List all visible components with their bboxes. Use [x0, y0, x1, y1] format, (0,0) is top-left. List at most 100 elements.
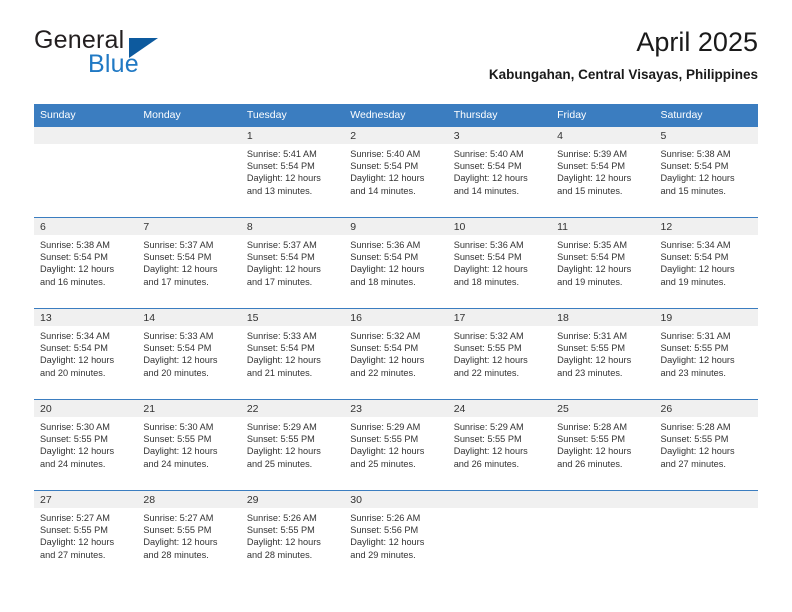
sunrise-time: Sunrise: 5:29 AM — [350, 422, 421, 432]
calendar-week-row: 20 Sunrise: 5:30 AM Sunset: 5:55 PM Dayligh… — [34, 399, 758, 491]
page-title: April 2025 — [636, 27, 758, 57]
page-subtitle: Kabungahan, Central Visayas, Philippines — [488, 67, 758, 82]
daylight-line-2: and 18 minutes. — [453, 276, 520, 287]
day-details: Sunrise: 5:28 AM Sunset: 5:55 PM Daylight:… — [551, 417, 654, 470]
day-cell-22[interactable]: 22 Sunrise: 5:29 AM Sunset: 5:55 PM Dayligh… — [240, 400, 345, 490]
day-cell-1[interactable]: 1 Sunrise: 5:41 AM Sunset: 5:54 PM Daylight… — [240, 127, 345, 217]
day-cell-30[interactable]: 30 Sunrise: 5:26 AM Sunset: 5:56 PM Dayligh… — [344, 491, 448, 581]
day-number: 21 — [137, 400, 241, 417]
day-number: 11 — [551, 218, 655, 235]
calendar-cell: 21 Sunrise: 5:30 AM Sunset: 5:55 PM Dayligh… — [137, 399, 241, 491]
sunset-time: Sunset: 5:55 PM — [246, 434, 315, 445]
day-cell-23[interactable]: 23 Sunrise: 5:29 AM Sunset: 5:55 PM Dayligh… — [344, 400, 448, 490]
daylight-line-2: and 22 minutes. — [350, 367, 416, 378]
day-cell-24[interactable]: 24 Sunrise: 5:29 AM Sunset: 5:55 PM Dayligh… — [447, 400, 552, 490]
calendar-cell — [551, 490, 655, 581]
sunrise-time: Sunrise: 5:31 AM — [660, 331, 731, 341]
day-cell-29[interactable]: 29 Sunrise: 5:26 AM Sunset: 5:55 PM Dayligh… — [240, 491, 345, 581]
day-cell-18[interactable]: 18 Sunrise: 5:31 AM Sunset: 5:55 PM Dayligh… — [551, 309, 655, 399]
sunrise-time: Sunrise: 5:31 AM — [557, 331, 628, 341]
calendar-cell: 5 Sunrise: 5:38 AM Sunset: 5:54 PM Daylight… — [654, 127, 758, 218]
sunset-time: Sunset: 5:54 PM — [246, 252, 315, 263]
day-cell-3[interactable]: 3 Sunrise: 5:40 AM Sunset: 5:54 PM Daylight… — [447, 127, 552, 217]
daylight-line-2: and 16 minutes. — [40, 276, 106, 287]
weekday-header-monday: Monday — [137, 104, 241, 127]
daylight-line-1: Daylight: 12 hours — [453, 173, 528, 184]
day-details: Sunrise: 5:26 AM Sunset: 5:56 PM Daylight:… — [344, 508, 447, 561]
day-number — [34, 127, 138, 144]
daylight-line-1: Daylight: 12 hours — [40, 537, 115, 548]
day-details: Sunrise: 5:26 AM Sunset: 5:55 PM Daylight:… — [241, 508, 344, 561]
day-number: 25 — [551, 400, 655, 417]
day-number — [137, 127, 241, 144]
daylight-line-1: Daylight: 12 hours — [350, 264, 425, 275]
day-number: 19 — [654, 309, 758, 326]
daylight-line-2: and 24 minutes. — [40, 458, 106, 469]
day-cell-12[interactable]: 12 Sunrise: 5:34 AM Sunset: 5:54 PM Dayligh… — [654, 218, 758, 308]
day-number: 27 — [34, 491, 138, 508]
calendar-cell: 23 Sunrise: 5:29 AM Sunset: 5:55 PM Dayligh… — [344, 399, 448, 491]
sunset-time: Sunset: 5:55 PM — [40, 525, 108, 536]
day-cell-4[interactable]: 4 Sunrise: 5:39 AM Sunset: 5:54 PM Daylight… — [551, 127, 655, 217]
sunset-time: Sunset: 5:54 PM — [453, 161, 522, 172]
calendar-cell: 16 Sunrise: 5:32 AM Sunset: 5:54 PM Dayligh… — [344, 308, 448, 400]
day-number: 1 — [240, 127, 345, 144]
day-cell-5[interactable]: 5 Sunrise: 5:38 AM Sunset: 5:54 PM Daylight… — [654, 127, 758, 217]
day-details: Sunrise: 5:30 AM Sunset: 5:55 PM Daylight:… — [34, 417, 137, 470]
sunset-time: Sunset: 5:54 PM — [350, 252, 419, 263]
daylight-line-1: Daylight: 12 hours — [453, 355, 528, 366]
sunset-time: Sunset: 5:54 PM — [350, 161, 419, 172]
sunset-time: Sunset: 5:54 PM — [350, 343, 419, 354]
day-details: Sunrise: 5:27 AM Sunset: 5:55 PM Daylight:… — [137, 508, 240, 561]
day-cell-7[interactable]: 7 Sunrise: 5:37 AM Sunset: 5:54 PM Daylight… — [137, 218, 241, 308]
sunrise-time: Sunrise: 5:33 AM — [246, 331, 317, 341]
day-cell-19[interactable]: 19 Sunrise: 5:31 AM Sunset: 5:55 PM Dayligh… — [654, 309, 758, 399]
day-cell-26[interactable]: 26 Sunrise: 5:28 AM Sunset: 5:55 PM Dayligh… — [654, 400, 758, 490]
daylight-line-1: Daylight: 12 hours — [557, 264, 632, 275]
daylight-line-1: Daylight: 12 hours — [246, 264, 321, 275]
sunset-time: Sunset: 5:54 PM — [40, 343, 108, 354]
sunrise-time: Sunrise: 5:34 AM — [660, 240, 731, 250]
day-cell-28[interactable]: 28 Sunrise: 5:27 AM Sunset: 5:55 PM Dayligh… — [137, 491, 241, 581]
day-cell-25[interactable]: 25 Sunrise: 5:28 AM Sunset: 5:55 PM Dayligh… — [551, 400, 655, 490]
daylight-line-2: and 17 minutes. — [246, 276, 313, 287]
day-details: Sunrise: 5:29 AM Sunset: 5:55 PM Daylight:… — [448, 417, 551, 470]
day-cell-6[interactable]: 6 Sunrise: 5:38 AM Sunset: 5:54 PM Daylight… — [34, 218, 138, 308]
day-cell-20[interactable]: 20 Sunrise: 5:30 AM Sunset: 5:55 PM Dayligh… — [34, 400, 138, 490]
daylight-line-2: and 27 minutes. — [40, 549, 106, 560]
sunrise-time: Sunrise: 5:30 AM — [40, 422, 110, 432]
day-cell-9[interactable]: 9 Sunrise: 5:36 AM Sunset: 5:54 PM Daylight… — [344, 218, 448, 308]
sunrise-sunset-calendar: Sunday Monday Tuesday Wednesday Thursday Frid… — [34, 104, 758, 581]
day-cell-11[interactable]: 11 Sunrise: 5:35 AM Sunset: 5:54 PM Dayligh… — [551, 218, 655, 308]
day-number: 4 — [551, 127, 655, 144]
daylight-line-2: and 20 minutes. — [143, 367, 209, 378]
daylight-line-1: Daylight: 12 hours — [246, 446, 321, 457]
day-cell-empty — [34, 127, 138, 217]
day-cell-2[interactable]: 2 Sunrise: 5:40 AM Sunset: 5:54 PM Daylight… — [344, 127, 448, 217]
day-cell-8[interactable]: 8 Sunrise: 5:37 AM Sunset: 5:54 PM Daylight… — [240, 218, 345, 308]
day-details: Sunrise: 5:36 AM Sunset: 5:54 PM Daylight:… — [448, 235, 551, 288]
day-number: 15 — [240, 309, 345, 326]
daylight-line-1: Daylight: 12 hours — [40, 446, 115, 457]
day-cell-15[interactable]: 15 Sunrise: 5:33 AM Sunset: 5:54 PM Dayligh… — [240, 309, 345, 399]
calendar-cell: 20 Sunrise: 5:30 AM Sunset: 5:55 PM Dayligh… — [34, 399, 138, 491]
sunrise-time: Sunrise: 5:40 AM — [453, 149, 524, 159]
sunrise-time: Sunrise: 5:36 AM — [453, 240, 524, 250]
day-cell-21[interactable]: 21 Sunrise: 5:30 AM Sunset: 5:55 PM Dayligh… — [137, 400, 241, 490]
day-cell-13[interactable]: 13 Sunrise: 5:34 AM Sunset: 5:54 PM Dayligh… — [34, 309, 138, 399]
sunset-time: Sunset: 5:54 PM — [40, 252, 108, 263]
day-cell-10[interactable]: 10 Sunrise: 5:36 AM Sunset: 5:54 PM Dayligh… — [447, 218, 552, 308]
sunset-time: Sunset: 5:54 PM — [453, 252, 522, 263]
sunrise-time: Sunrise: 5:38 AM — [40, 240, 110, 250]
sunrise-time: Sunrise: 5:26 AM — [246, 513, 317, 523]
day-cell-14[interactable]: 14 Sunrise: 5:33 AM Sunset: 5:54 PM Dayligh… — [137, 309, 241, 399]
sunset-time: Sunset: 5:55 PM — [557, 434, 626, 445]
day-details: Sunrise: 5:40 AM Sunset: 5:54 PM Daylight:… — [448, 144, 551, 197]
sunrise-time: Sunrise: 5:38 AM — [660, 149, 731, 159]
calendar-cell — [447, 490, 552, 581]
day-cell-16[interactable]: 16 Sunrise: 5:32 AM Sunset: 5:54 PM Dayligh… — [344, 309, 448, 399]
sunset-time: Sunset: 5:55 PM — [143, 434, 212, 445]
daylight-line-2: and 26 minutes. — [453, 458, 520, 469]
day-cell-17[interactable]: 17 Sunrise: 5:32 AM Sunset: 5:55 PM Dayligh… — [447, 309, 552, 399]
day-cell-27[interactable]: 27 Sunrise: 5:27 AM Sunset: 5:55 PM Dayligh… — [34, 491, 138, 581]
